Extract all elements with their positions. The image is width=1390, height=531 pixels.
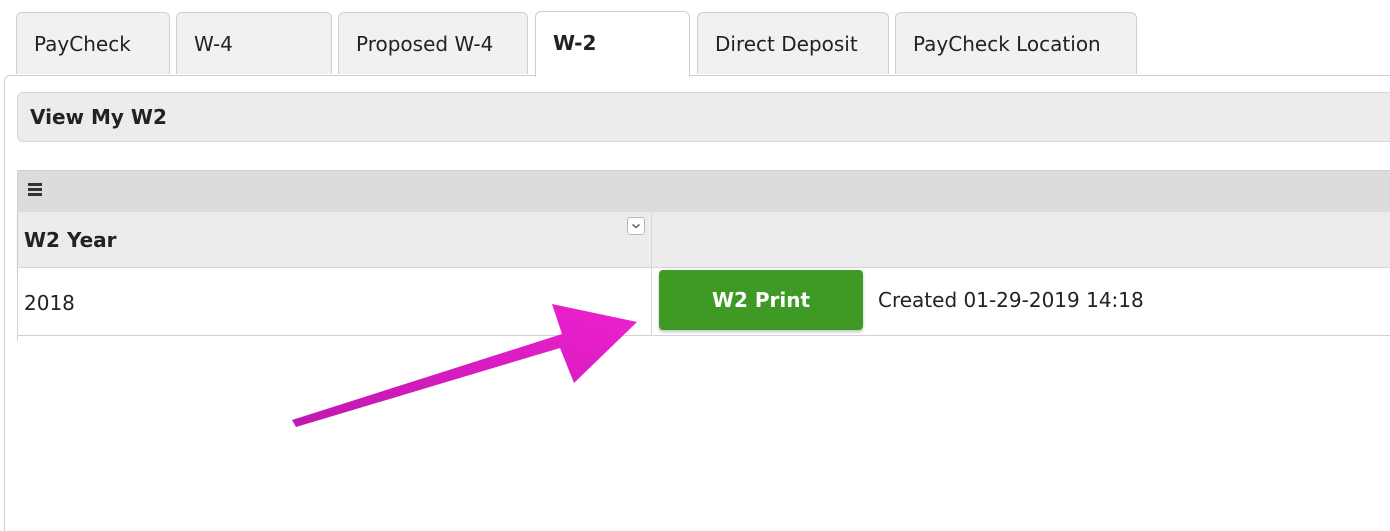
tab-w4[interactable]: W-4 [176, 12, 332, 74]
column-menu-toggle[interactable] [627, 217, 645, 235]
created-timestamp: Created 01-29-2019 14:18 [878, 288, 1144, 312]
tab-paycheck[interactable]: PayCheck [16, 12, 170, 74]
cell-w2-year: 2018 [18, 268, 652, 335]
column-header-w2-year[interactable]: W2 Year [18, 212, 652, 267]
chevron-down-icon [632, 223, 640, 229]
column-header-actions [652, 212, 1390, 267]
section-title: View My W2 [17, 92, 1390, 142]
w2-grid: W2 Year 2018 W2 Print Created 01-29-2019… [17, 170, 1390, 341]
grid-header-row: W2 Year [18, 212, 1390, 268]
tab-direct-deposit[interactable]: Direct Deposit [697, 12, 889, 74]
tab-proposed-w4[interactable]: Proposed W-4 [338, 12, 528, 74]
tab-paycheck-location[interactable]: PayCheck Location [895, 12, 1137, 74]
column-header-label: W2 Year [24, 228, 117, 252]
w2-print-button[interactable]: W2 Print [659, 270, 863, 330]
tab-w2[interactable]: W-2 [535, 11, 690, 77]
table-row: 2018 W2 Print Created 01-29-2019 14:18 [18, 268, 1390, 336]
app-root: PayCheck W-4 Proposed W-4 W-2 Direct Dep… [0, 0, 1390, 531]
hamburger-menu-icon[interactable] [28, 183, 42, 197]
tab-bar: PayCheck W-4 Proposed W-4 W-2 Direct Dep… [0, 0, 1390, 77]
grid-toolbar [18, 170, 1390, 212]
content-panel: View My W2 W2 Year 2018 W2 Print Created… [4, 75, 1390, 531]
